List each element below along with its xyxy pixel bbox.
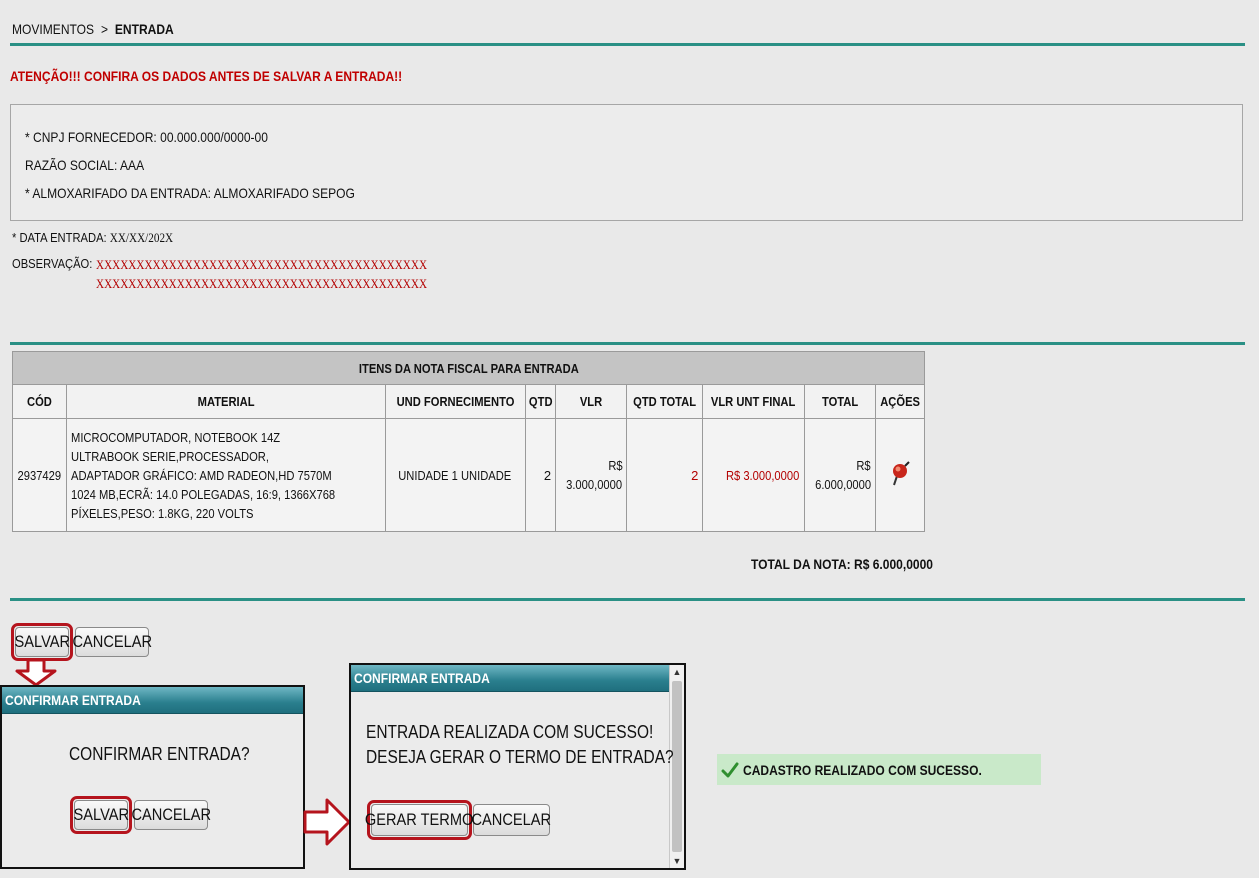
down-arrow-icon — [15, 659, 57, 687]
cell-cod: 2937429 — [12, 418, 67, 532]
cell-qtd: 2 — [524, 418, 557, 532]
entry-date-label: * DATA ENTRADA: — [12, 230, 107, 245]
pin-delete-icon[interactable] — [889, 460, 911, 491]
breadcrumb: MOVIMENTOS > ENTRADA — [12, 21, 200, 37]
cell-qtd-total: 2 — [626, 418, 704, 532]
observation-label: OBSERVAÇÃO: — [12, 256, 93, 271]
table-header-row: CÓD MATERIAL UND FORNECIMENTO QTD VLR QT… — [12, 384, 925, 419]
col-header-vlr: VLR — [555, 384, 628, 419]
almoxarifado-value: ALMOXARIFADO SEPOG — [213, 185, 355, 201]
col-header-qtd-total: QTD TOTAL — [626, 384, 704, 419]
col-header-total: TOTAL — [803, 384, 876, 419]
razao-social-line: RAZÃO SOCIAL: AAA — [25, 157, 145, 173]
result-dialog-line2: DESEJA GERAR O TERMO DE ENTRADA? — [366, 747, 674, 767]
cnpj-line: * CNPJ FORNECEDOR: 00.000.000/0000-00 — [25, 129, 268, 145]
result-dialog: CONFIRMAR ENTRADA ▲ ▼ ENTRADA REALIZADA … — [349, 663, 686, 870]
col-header-cod: CÓD — [12, 384, 67, 419]
cell-vlr: R$ 3.000,0000 — [555, 418, 628, 532]
scroll-up-icon[interactable]: ▲ — [670, 665, 684, 679]
total-nota: TOTAL DA NOTA: R$ 6.000,0000 — [751, 556, 933, 572]
cell-actions — [874, 418, 925, 532]
result-dialog-title: CONFIRMAR ENTRADA — [351, 665, 670, 692]
cell-vlr-unt-final: R$ 3.000,0000 — [702, 418, 805, 532]
breadcrumb-section[interactable]: MOVIMENTOS — [12, 21, 94, 37]
col-header-acoes: AÇÕES — [874, 384, 925, 419]
table-caption: ITENS DA NOTA FISCAL PARA ENTRADA — [12, 351, 925, 385]
observation-line-1: XXXXXXXXXXXXXXXXXXXXXXXXXXXXXXXXXXXXXXXX… — [96, 257, 428, 272]
generate-term-button[interactable]: GERAR TERMO — [365, 804, 474, 836]
items-table: ITENS DA NOTA FISCAL PARA ENTRADA CÓD MA… — [12, 351, 925, 532]
col-header-material: MATERIAL — [65, 384, 386, 419]
confirm-cancel-button[interactable]: CANCELAR — [131, 800, 211, 830]
col-header-und: UND FORNECIMENTO — [384, 384, 526, 419]
success-message: CADASTRO REALIZADO COM SUCESSO. — [717, 754, 1041, 785]
cell-und: UNIDADE 1 UNIDADE — [384, 418, 526, 532]
cancel-button[interactable]: CANCELAR — [72, 627, 152, 657]
almoxarifado-line: * ALMOXARIFADO DA ENTRADA: ALMOXARIFADO … — [25, 185, 355, 201]
breadcrumb-current: ENTRADA — [114, 21, 174, 37]
save-button[interactable]: SALVAR — [14, 627, 70, 657]
scroll-down-icon[interactable]: ▼ — [670, 854, 684, 868]
cnpj-value: 00.000.000/0000-00 — [160, 129, 268, 145]
col-header-qtd: QTD — [524, 384, 557, 419]
confirm-dialog-message: CONFIRMAR ENTRADA? — [69, 744, 250, 764]
observation-line-2: XXXXXXXXXXXXXXXXXXXXXXXXXXXXXXXXXXXXXXXX… — [96, 276, 428, 291]
right-arrow-icon — [303, 798, 351, 846]
cell-total: R$ 6.000,0000 — [803, 418, 876, 532]
confirm-save-button[interactable]: SALVAR — [73, 800, 129, 830]
checkmark-icon — [721, 761, 739, 779]
col-header-vlr-unt-final: VLR UNT FINAL — [702, 384, 805, 419]
divider — [10, 43, 1245, 46]
confirm-dialog: CONFIRMAR ENTRADA CONFIRMAR ENTRADA? SAL… — [0, 685, 305, 869]
entry-date-field: * DATA ENTRADA: XX/XX/202X — [12, 230, 199, 246]
razao-social-value: AAA — [120, 157, 145, 173]
breadcrumb-separator: > — [100, 21, 108, 37]
result-cancel-button[interactable]: CANCELAR — [472, 804, 551, 836]
divider — [10, 342, 1245, 345]
result-dialog-line1: ENTRADA REALIZADA COM SUCESSO! — [366, 722, 654, 742]
supplier-info-box: * CNPJ FORNECEDOR: 00.000.000/0000-00 RA… — [10, 104, 1243, 221]
warning-message: ATENÇÃO!!! CONFIRA OS DADOS ANTES DE SAL… — [10, 68, 403, 84]
cell-material: MICROCOMPUTADOR, NOTEBOOK 14Z ULTRABOOK … — [65, 418, 386, 532]
entry-date-value: XX/XX/202X — [109, 230, 174, 245]
confirm-dialog-title: CONFIRMAR ENTRADA — [2, 687, 303, 714]
divider — [10, 598, 1245, 601]
table-row: 2937429 MICROCOMPUTADOR, NOTEBOOK 14Z UL… — [12, 418, 925, 532]
